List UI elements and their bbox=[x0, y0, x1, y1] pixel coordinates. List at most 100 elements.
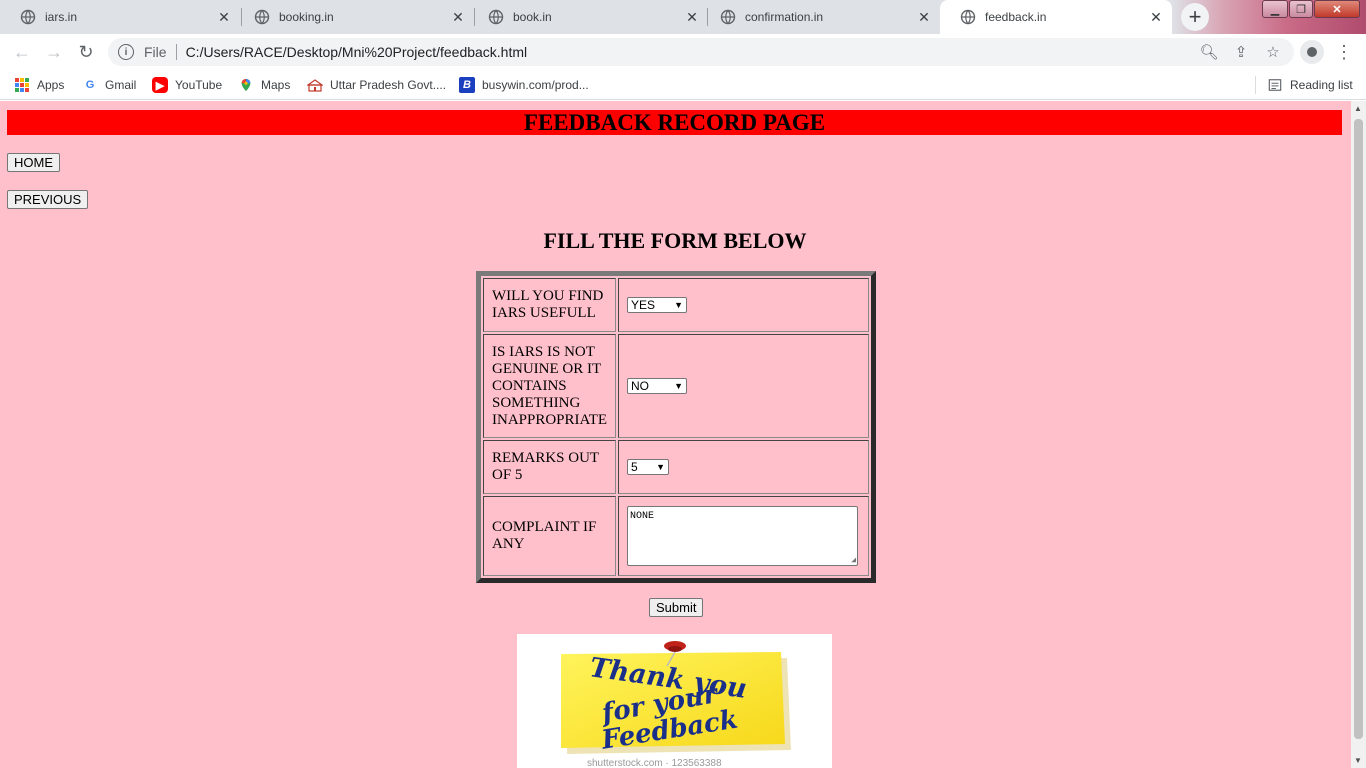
globe-icon bbox=[960, 9, 976, 25]
answer-cell: NONE ◢ bbox=[618, 496, 870, 576]
scroll-up-icon[interactable]: ▲ bbox=[1354, 104, 1362, 113]
tab-booking[interactable]: booking.in ✕ bbox=[234, 0, 474, 34]
close-icon: ✕ bbox=[1332, 3, 1342, 16]
bookmarks-separator bbox=[1255, 76, 1256, 94]
previous-button[interactable]: PREVIOUS bbox=[7, 190, 89, 209]
reading-list-button[interactable]: Reading list bbox=[1267, 75, 1353, 95]
genuine-select[interactable]: NO ▼ bbox=[627, 377, 688, 394]
tab-feedback[interactable]: feedback.in ✕ bbox=[940, 0, 1172, 34]
form-title: FILL THE FORM BELOW bbox=[543, 228, 807, 253]
bookmark-youtube[interactable]: ▶ YouTube bbox=[152, 75, 222, 95]
close-tab-icon[interactable]: ✕ bbox=[916, 9, 932, 26]
profile-avatar[interactable] bbox=[1300, 40, 1324, 64]
tab-title: confirmation.in bbox=[745, 10, 824, 24]
minimize-button[interactable]: ▁ bbox=[1262, 0, 1288, 18]
vertical-scrollbar[interactable]: ▲ ▼ bbox=[1351, 101, 1366, 768]
share-icon[interactable]: ⇪ bbox=[1232, 43, 1250, 61]
question-remarks: REMARKS OUT OF 5 bbox=[483, 440, 617, 494]
remarks-select[interactable]: 5 ▼ bbox=[627, 458, 670, 475]
bookmark-up-govt[interactable]: Uttar Pradesh Govt.... bbox=[307, 75, 446, 95]
back-button[interactable]: ← bbox=[10, 40, 34, 64]
minimize-icon: ▁ bbox=[1270, 3, 1280, 16]
govt-building-icon bbox=[307, 77, 323, 93]
answer-cell: YES ▼ bbox=[618, 278, 870, 332]
select-value: 5 bbox=[631, 459, 638, 474]
url-text[interactable]: C:/Users/RACE/Desktop/Mni%20Project/feed… bbox=[186, 44, 528, 60]
page-viewport: FEEDBACK RECORD PAGE HOME PREVIOUS FILL … bbox=[0, 101, 1366, 768]
close-tab-icon[interactable]: ✕ bbox=[216, 9, 232, 26]
bookmark-label: Uttar Pradesh Govt.... bbox=[330, 78, 447, 92]
youtube-icon: ▶ bbox=[152, 77, 168, 93]
star-icon[interactable]: ☆ bbox=[1264, 43, 1282, 61]
bookmark-label: busywin.com/prod... bbox=[482, 78, 589, 92]
globe-icon bbox=[488, 9, 504, 25]
bookmarks-bar: Apps G Gmail ▶ YouTube Maps Uttar Prades… bbox=[0, 70, 1366, 100]
bookmark-label: YouTube bbox=[175, 78, 223, 92]
globe-icon bbox=[720, 9, 736, 25]
scheme-label: File bbox=[144, 44, 167, 60]
scrollbar-thumb[interactable] bbox=[1354, 119, 1363, 739]
info-icon[interactable]: i bbox=[118, 44, 134, 60]
tab-book[interactable]: book.in ✕ bbox=[468, 0, 708, 34]
question-complaint: COMPLAINT IF ANY bbox=[483, 496, 617, 576]
reload-icon: ↻ bbox=[78, 41, 94, 62]
useful-select[interactable]: YES ▼ bbox=[627, 296, 688, 313]
home-button[interactable]: HOME bbox=[7, 153, 60, 172]
bookmark-gmail[interactable]: G Gmail bbox=[82, 75, 137, 95]
complaint-textarea[interactable]: NONE ◢ bbox=[627, 506, 859, 566]
image-watermark: shutterstock.com · 123563388 bbox=[587, 758, 722, 768]
bookmark-maps[interactable]: Maps bbox=[238, 75, 290, 95]
textarea-value: NONE bbox=[630, 511, 655, 522]
select-value: NO bbox=[631, 378, 650, 393]
page-header: FEEDBACK RECORD PAGE bbox=[7, 110, 1342, 135]
chevron-down-icon: ▼ bbox=[656, 461, 666, 472]
answer-cell: 5 ▼ bbox=[618, 440, 870, 494]
tab-title: booking.in bbox=[279, 10, 334, 24]
maximize-button[interactable]: ❐ bbox=[1289, 0, 1313, 18]
new-tab-button[interactable]: + bbox=[1181, 3, 1209, 31]
forward-button[interactable]: → bbox=[42, 40, 66, 64]
bookmark-label: Gmail bbox=[105, 78, 137, 92]
browser-toolbar: ← → ↻ i File C:/Users/RACE/Desktop/Mni%2… bbox=[0, 34, 1366, 70]
feedback-form-table: WILL YOU FIND IARS USEFULL YES ▼ IS IARS… bbox=[476, 271, 877, 583]
form-row-remarks: REMARKS OUT OF 5 5 ▼ bbox=[483, 440, 870, 494]
scroll-down-icon[interactable]: ▼ bbox=[1354, 756, 1362, 765]
google-icon: G bbox=[85, 79, 95, 91]
submit-button[interactable]: Submit bbox=[649, 598, 704, 617]
sticky-note-graphic: Thank you for your Feedback bbox=[561, 641, 791, 756]
close-tab-icon[interactable]: ✕ bbox=[1148, 9, 1164, 26]
arrow-left-icon: ← bbox=[13, 41, 31, 62]
tab-strip: iars.in ✕ booking.in ✕ book.in ✕ confirm… bbox=[0, 0, 1366, 34]
tab-confirmation[interactable]: confirmation.in ✕ bbox=[700, 0, 940, 34]
form-row-genuine: IS IARS IS NOT GENUINE OR IT CONTAINS SO… bbox=[483, 334, 870, 438]
globe-icon bbox=[20, 9, 36, 25]
plus-icon: + bbox=[1188, 4, 1202, 29]
address-bar[interactable]: i File C:/Users/RACE/Desktop/Mni%20Proje… bbox=[108, 38, 1294, 66]
globe-icon bbox=[254, 9, 270, 25]
close-window-button[interactable]: ✕ bbox=[1314, 0, 1360, 18]
zoom-icon[interactable]: 🔍︎ bbox=[1199, 43, 1218, 61]
arrow-right-icon: → bbox=[45, 41, 63, 62]
maps-pin-icon bbox=[238, 77, 254, 93]
form-row-useful: WILL YOU FIND IARS USEFULL YES ▼ bbox=[483, 278, 870, 332]
question-useful: WILL YOU FIND IARS USEFULL bbox=[483, 278, 617, 332]
question-genuine: IS IARS IS NOT GENUINE OR IT CONTAINS SO… bbox=[483, 334, 617, 438]
reload-button[interactable]: ↻ bbox=[74, 40, 98, 64]
busy-b-icon: B bbox=[459, 77, 475, 93]
chevron-down-icon: ▼ bbox=[674, 299, 684, 310]
bookmark-busywin[interactable]: B busywin.com/prod... bbox=[459, 75, 589, 95]
chevron-down-icon: ▼ bbox=[674, 380, 684, 391]
bookmark-apps[interactable]: Apps bbox=[14, 75, 64, 95]
resize-grip-icon[interactable]: ◢ bbox=[851, 555, 856, 565]
answer-cell: NO ▼ bbox=[618, 334, 870, 438]
close-tab-icon[interactable]: ✕ bbox=[450, 9, 466, 26]
tab-iars[interactable]: iars.in ✕ bbox=[0, 0, 240, 34]
select-value: YES bbox=[631, 297, 656, 312]
form-row-complaint: COMPLAINT IF ANY NONE ◢ bbox=[483, 496, 870, 576]
thank-you-image: Thank you for your Feedback shutterstock… bbox=[517, 634, 832, 768]
tab-title: feedback.in bbox=[985, 10, 1047, 24]
menu-kebab-icon[interactable]: ⋮ bbox=[1335, 40, 1353, 64]
omnibox-actions: 🔍︎ ⇪ ☆ bbox=[1199, 43, 1282, 61]
close-tab-icon[interactable]: ✕ bbox=[684, 9, 700, 26]
reading-list-label: Reading list bbox=[1290, 78, 1353, 92]
